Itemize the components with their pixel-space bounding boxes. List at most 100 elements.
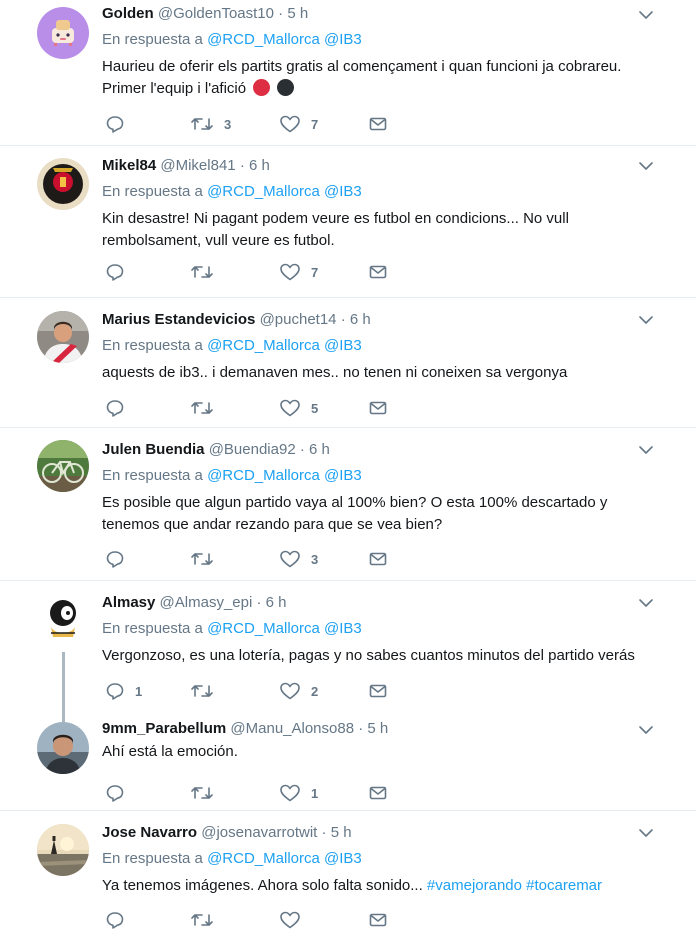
hashtag-link[interactable]: #vamejorando <box>427 877 522 894</box>
user-handle[interactable]: @Buendia92 <box>209 441 296 458</box>
like-button[interactable]: 7 <box>279 113 318 135</box>
timestamp[interactable]: 6 h <box>266 594 287 611</box>
retweet-button[interactable] <box>190 782 224 804</box>
message-button[interactable] <box>368 680 388 702</box>
avatar[interactable] <box>37 7 89 59</box>
mention-link[interactable]: @IB3 <box>324 183 362 200</box>
mention-link[interactable]: @RCD_Mallorca <box>207 183 320 200</box>
mention-link[interactable]: @IB3 <box>324 620 362 637</box>
chevron-down-icon[interactable] <box>638 7 654 23</box>
mention-link[interactable]: @RCD_Mallorca <box>207 850 320 867</box>
timestamp[interactable]: 6 h <box>309 441 330 458</box>
display-name[interactable]: Golden <box>102 5 154 22</box>
display-name[interactable]: Julen Buendia <box>102 441 205 458</box>
mention-link[interactable]: @RCD_Mallorca <box>207 620 320 637</box>
display-name[interactable]: 9mm_Parabellum <box>102 720 226 737</box>
retweet-button[interactable] <box>190 909 224 931</box>
timestamp[interactable]: 5 h <box>331 824 352 841</box>
user-handle[interactable]: @josenavarrotwit <box>201 824 317 841</box>
retweet-button[interactable]: 3 <box>190 113 231 135</box>
bicycle-avatar-icon <box>37 440 89 492</box>
reply-button[interactable] <box>105 261 135 283</box>
timestamp[interactable]: 5 h <box>367 720 388 737</box>
tweet-text: Ahí está la emoción. <box>102 743 238 760</box>
mention-link[interactable]: @RCD_Mallorca <box>207 337 320 354</box>
tweet[interactable]: Mikel84 @Mikel841 · 6 h En respuesta a @… <box>0 146 696 298</box>
message-button[interactable] <box>368 909 388 931</box>
mention-link[interactable]: @IB3 <box>324 337 362 354</box>
tweet[interactable]: Almasy @Almasy_epi · 6 h En respuesta a … <box>0 581 696 722</box>
message-button[interactable] <box>368 261 388 283</box>
hashtag-link[interactable]: #tocaremar <box>526 877 602 894</box>
envelope-icon <box>369 786 387 800</box>
mention-link[interactable]: @RCD_Mallorca <box>207 31 320 48</box>
chevron-down-icon[interactable] <box>638 722 654 738</box>
reply-context: En respuesta a @RCD_Mallorca @IB3 <box>102 466 656 486</box>
message-button[interactable] <box>368 397 388 419</box>
reply-button[interactable] <box>105 548 135 570</box>
user-handle[interactable]: @Almasy_epi <box>160 594 253 611</box>
timestamp[interactable]: 6 h <box>249 157 270 174</box>
tweet[interactable]: Golden @GoldenToast10 · 5 h En respuesta… <box>0 0 696 146</box>
like-button[interactable]: 5 <box>279 397 318 419</box>
mention-link[interactable]: @IB3 <box>324 467 362 484</box>
display-name[interactable]: Marius Estandevicios <box>102 311 255 328</box>
message-button[interactable] <box>368 548 388 570</box>
retweet-button[interactable] <box>190 548 224 570</box>
message-button[interactable] <box>368 113 388 135</box>
retweet-button[interactable] <box>190 261 224 283</box>
display-name[interactable]: Mikel84 <box>102 157 156 174</box>
reply-context: En respuesta a @RCD_Mallorca @IB3 <box>102 182 656 202</box>
reply-button[interactable] <box>105 909 135 931</box>
mention-link[interactable]: @IB3 <box>324 850 362 867</box>
like-button[interactable]: 3 <box>279 548 318 570</box>
mention-link[interactable]: @IB3 <box>324 31 362 48</box>
reply-button[interactable] <box>105 397 135 419</box>
player-avatar-icon <box>37 311 89 363</box>
like-button[interactable]: 1 <box>279 782 318 804</box>
user-handle[interactable]: @GoldenToast10 <box>158 5 274 22</box>
display-name[interactable]: Almasy <box>102 594 155 611</box>
like-button[interactable] <box>279 909 311 931</box>
timestamp[interactable]: 5 h <box>287 5 308 22</box>
reply-icon <box>106 116 124 133</box>
chevron-down-icon[interactable] <box>638 312 654 328</box>
mention-link[interactable]: @RCD_Mallorca <box>207 467 320 484</box>
separator-dot: · <box>299 441 305 458</box>
tweet[interactable]: Marius Estandevicios @puchet14 · 6 h En … <box>0 298 696 428</box>
user-handle[interactable]: @Manu_Alonso88 <box>230 720 354 737</box>
avatar[interactable] <box>37 824 89 876</box>
like-button[interactable]: 2 <box>279 680 318 702</box>
user-handle[interactable]: @Mikel841 <box>160 157 235 174</box>
user-handle[interactable]: @puchet14 <box>260 311 337 328</box>
avatar[interactable] <box>37 440 89 492</box>
reply-icon <box>106 785 124 802</box>
chevron-down-icon[interactable] <box>638 595 654 611</box>
tweet[interactable]: Jose Navarro @josenavarrotwit · 5 h En r… <box>0 811 696 931</box>
separator-dot: · <box>358 720 364 737</box>
message-button[interactable] <box>368 782 388 804</box>
retweet-button[interactable] <box>190 397 224 419</box>
reply-button[interactable] <box>105 782 135 804</box>
display-name[interactable]: Jose Navarro <box>102 824 197 841</box>
retweet-icon <box>191 787 213 799</box>
reply-button[interactable]: 1 <box>105 680 142 702</box>
timestamp[interactable]: 6 h <box>350 311 371 328</box>
tweet[interactable]: Julen Buendia @Buendia92 · 6 h En respue… <box>0 428 696 581</box>
avatar[interactable] <box>37 311 89 363</box>
tweet[interactable]: 9mm_Parabellum @Manu_Alonso88 · 5 h Ahí … <box>0 714 696 811</box>
chevron-down-icon[interactable] <box>638 442 654 458</box>
avatar[interactable] <box>37 158 89 210</box>
retweet-button[interactable] <box>190 680 224 702</box>
reply-context: En respuesta a @RCD_Mallorca @IB3 <box>102 849 656 869</box>
tweet-header: Jose Navarro @josenavarrotwit · 5 h <box>102 823 656 843</box>
like-button[interactable]: 7 <box>279 261 318 283</box>
avatar[interactable] <box>37 593 89 645</box>
heart-icon <box>280 263 300 281</box>
chevron-down-icon[interactable] <box>638 158 654 174</box>
avatar[interactable] <box>37 722 89 774</box>
action-bar: 1 2 <box>102 680 522 702</box>
chevron-down-icon[interactable] <box>638 825 654 841</box>
heart-icon <box>280 550 300 568</box>
reply-button[interactable] <box>105 113 135 135</box>
